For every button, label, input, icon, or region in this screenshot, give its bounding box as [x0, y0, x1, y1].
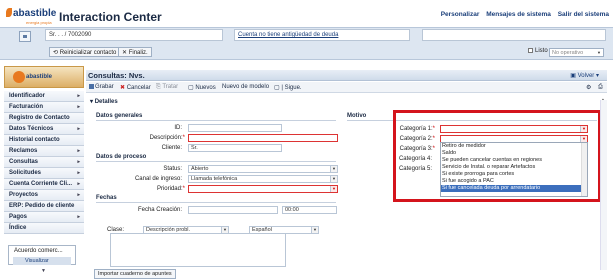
creation-time-field[interactable]: 00:00 [282, 206, 337, 214]
settings-icon[interactable]: ⚙ [586, 84, 591, 91]
leaf-icon [6, 8, 12, 17]
details-section-toggle[interactable]: ▾ Detalles [90, 98, 118, 105]
status-select[interactable]: Abierto ▼ [188, 165, 338, 173]
sidebar-item-datos-tecnicos[interactable]: Datos Técnicos ▸ [4, 124, 84, 135]
finalize-icon: ✕ [122, 50, 129, 56]
reset-contact-button[interactable]: ⟲ Reinicializar contacto [49, 47, 121, 57]
sidebar-item-pagos[interactable]: Pagos ▸ [4, 212, 84, 223]
toolbar: Grabar ✖ Cancelar ⎘ Tratar ▢ Nuevos Nuev… [86, 82, 607, 93]
customer-field: Sr. . . / 7002090 [45, 29, 223, 41]
debt-message-link[interactable]: Cuenta no tiene antigüedad de deuda [238, 32, 338, 38]
id-field[interactable] [188, 124, 282, 132]
chevron-right-icon: ▸ [77, 93, 80, 99]
next-icon: ▢ | [274, 85, 285, 91]
logout-link[interactable]: Salir del sistema [558, 11, 609, 18]
status-dropdown[interactable]: No operativo ▼ [549, 48, 604, 57]
divider [96, 161, 336, 162]
creation-date-label: Fecha Creación: [137, 207, 182, 213]
id-label: ID: [174, 125, 182, 131]
sidebar-item-indice[interactable]: Índice [4, 223, 84, 234]
divider [96, 202, 336, 203]
import-notes-button[interactable]: Importar cuaderno de apuntes [94, 269, 176, 279]
system-messages-link[interactable]: Mensajes de sistema [486, 11, 551, 18]
checkbox-icon [528, 48, 533, 53]
cancel-icon: ✖ [120, 85, 127, 91]
brand-logo: abastible energia propia [6, 8, 56, 25]
sidebar-item-consultas[interactable]: Consultas ▸ [4, 157, 84, 168]
sidebar-item-registro-contacto[interactable]: Registro de Contacto [4, 113, 84, 124]
new-button[interactable]: ▢ Nuevos [188, 84, 216, 91]
highlight-box [393, 110, 601, 202]
next-button[interactable]: ▢ | Sigue. [274, 84, 302, 91]
visualize-button[interactable]: Visualizar [13, 257, 71, 265]
main-scrollbar[interactable] [600, 100, 607, 270]
chevron-right-icon: ▸ [77, 148, 80, 154]
chevron-down-icon: ▼ [330, 166, 337, 172]
process-data-heading: Datos de proceso [96, 154, 147, 160]
contact-icon[interactable] [19, 31, 31, 42]
logo-icon [13, 71, 25, 83]
back-button[interactable]: ▣ Volver ▾ [570, 72, 599, 79]
priority-label: Prioridad:* [156, 186, 185, 192]
description-field[interactable] [188, 134, 338, 142]
new-from-template-button[interactable]: Nuevo de modelo [222, 84, 269, 90]
app-title: Interaction Center [59, 10, 162, 24]
channel-label: Canal de ingreso: [134, 176, 182, 182]
sidebar-item-identificador[interactable]: Identificador ▸ [4, 91, 84, 102]
sidebar-item-facturacion[interactable]: Facturación ▸ [4, 102, 84, 113]
save-button[interactable]: Grabar [89, 84, 114, 90]
chevron-down-icon: ▼ [330, 186, 337, 192]
cancel-button[interactable]: ✖ Cancelar [120, 84, 151, 91]
save-icon [89, 84, 94, 89]
agreement-panel: Acuerdo comerc... Visualizar [8, 245, 76, 265]
priority-select[interactable]: ▼ [188, 185, 338, 193]
chevron-down-icon: ▼ [597, 50, 601, 55]
reason-heading: Motivo [347, 113, 367, 119]
divider [96, 120, 336, 121]
sidebar-item-proyectos[interactable]: Proyectos ▸ [4, 190, 84, 201]
print-icon[interactable]: ⎙ [598, 84, 603, 91]
chevron-right-icon: ▸ [77, 214, 80, 220]
status-label: Status: [163, 166, 182, 172]
creation-date-field[interactable] [188, 206, 278, 214]
main-header: Consultas: Nvs. ▣ Volver ▾ [86, 70, 607, 81]
ready-checkbox[interactable]: Listo [528, 48, 548, 54]
process-button[interactable]: ⎘ Tratar [156, 84, 178, 91]
client-label: Cliente: [161, 145, 182, 151]
description-label: Descripción:* [149, 135, 185, 141]
top-links: Personalizar Mensajes de sistema Salir d… [436, 11, 609, 18]
sidebar-item-solicitudes[interactable]: Solicitudes ▸ [4, 168, 84, 179]
dates-heading: Fechas [96, 195, 117, 201]
notes-textarea[interactable] [110, 233, 286, 267]
reset-icon: ⟲ [53, 50, 60, 56]
chevron-right-icon: ▸ [77, 126, 80, 132]
chevron-right-icon: ▸ [77, 192, 80, 198]
finalize-button[interactable]: ✕ Finaliz. [118, 47, 152, 57]
sidebar-item-historial-contacto[interactable]: Historial contacto [4, 135, 84, 146]
back-icon: ▣ [570, 73, 578, 79]
chevron-right-icon: ▸ [77, 170, 80, 176]
sidebar-item-cuenta-corriente[interactable]: Cuenta Corriente Cli... ▸ [4, 179, 84, 190]
sidebar-item-reclamos[interactable]: Reclamos ▸ [4, 146, 84, 157]
scroll-down-icon[interactable]: ▼ [41, 268, 46, 274]
general-data-heading: Datos generales [96, 113, 143, 119]
sidebar-item-erp-pedido[interactable]: ERP: Pedido de cliente [4, 201, 84, 212]
channel-select[interactable]: Llamada telefónica ▼ [188, 175, 338, 183]
chevron-right-icon: ▸ [77, 159, 80, 165]
client-field[interactable]: Sr. [188, 144, 282, 152]
chevron-right-icon: ▸ [77, 104, 80, 110]
chevron-down-icon: ▼ [311, 227, 318, 233]
chevron-down-icon: ▼ [330, 176, 337, 182]
context-extra-field [422, 29, 606, 41]
chevron-right-icon: ▸ [77, 181, 80, 187]
sidebar-nav: Identificador ▸ Facturación ▸ Registro de … [4, 91, 84, 234]
message-field: Cuenta no tiene antigüedad de deuda [234, 29, 410, 41]
sidebar-logo: abastible [4, 66, 84, 88]
personalize-link[interactable]: Personalizar [441, 11, 480, 18]
page-title: Consultas: Nvs. [88, 71, 145, 80]
agreement-title: Acuerdo comerc... [14, 248, 63, 254]
